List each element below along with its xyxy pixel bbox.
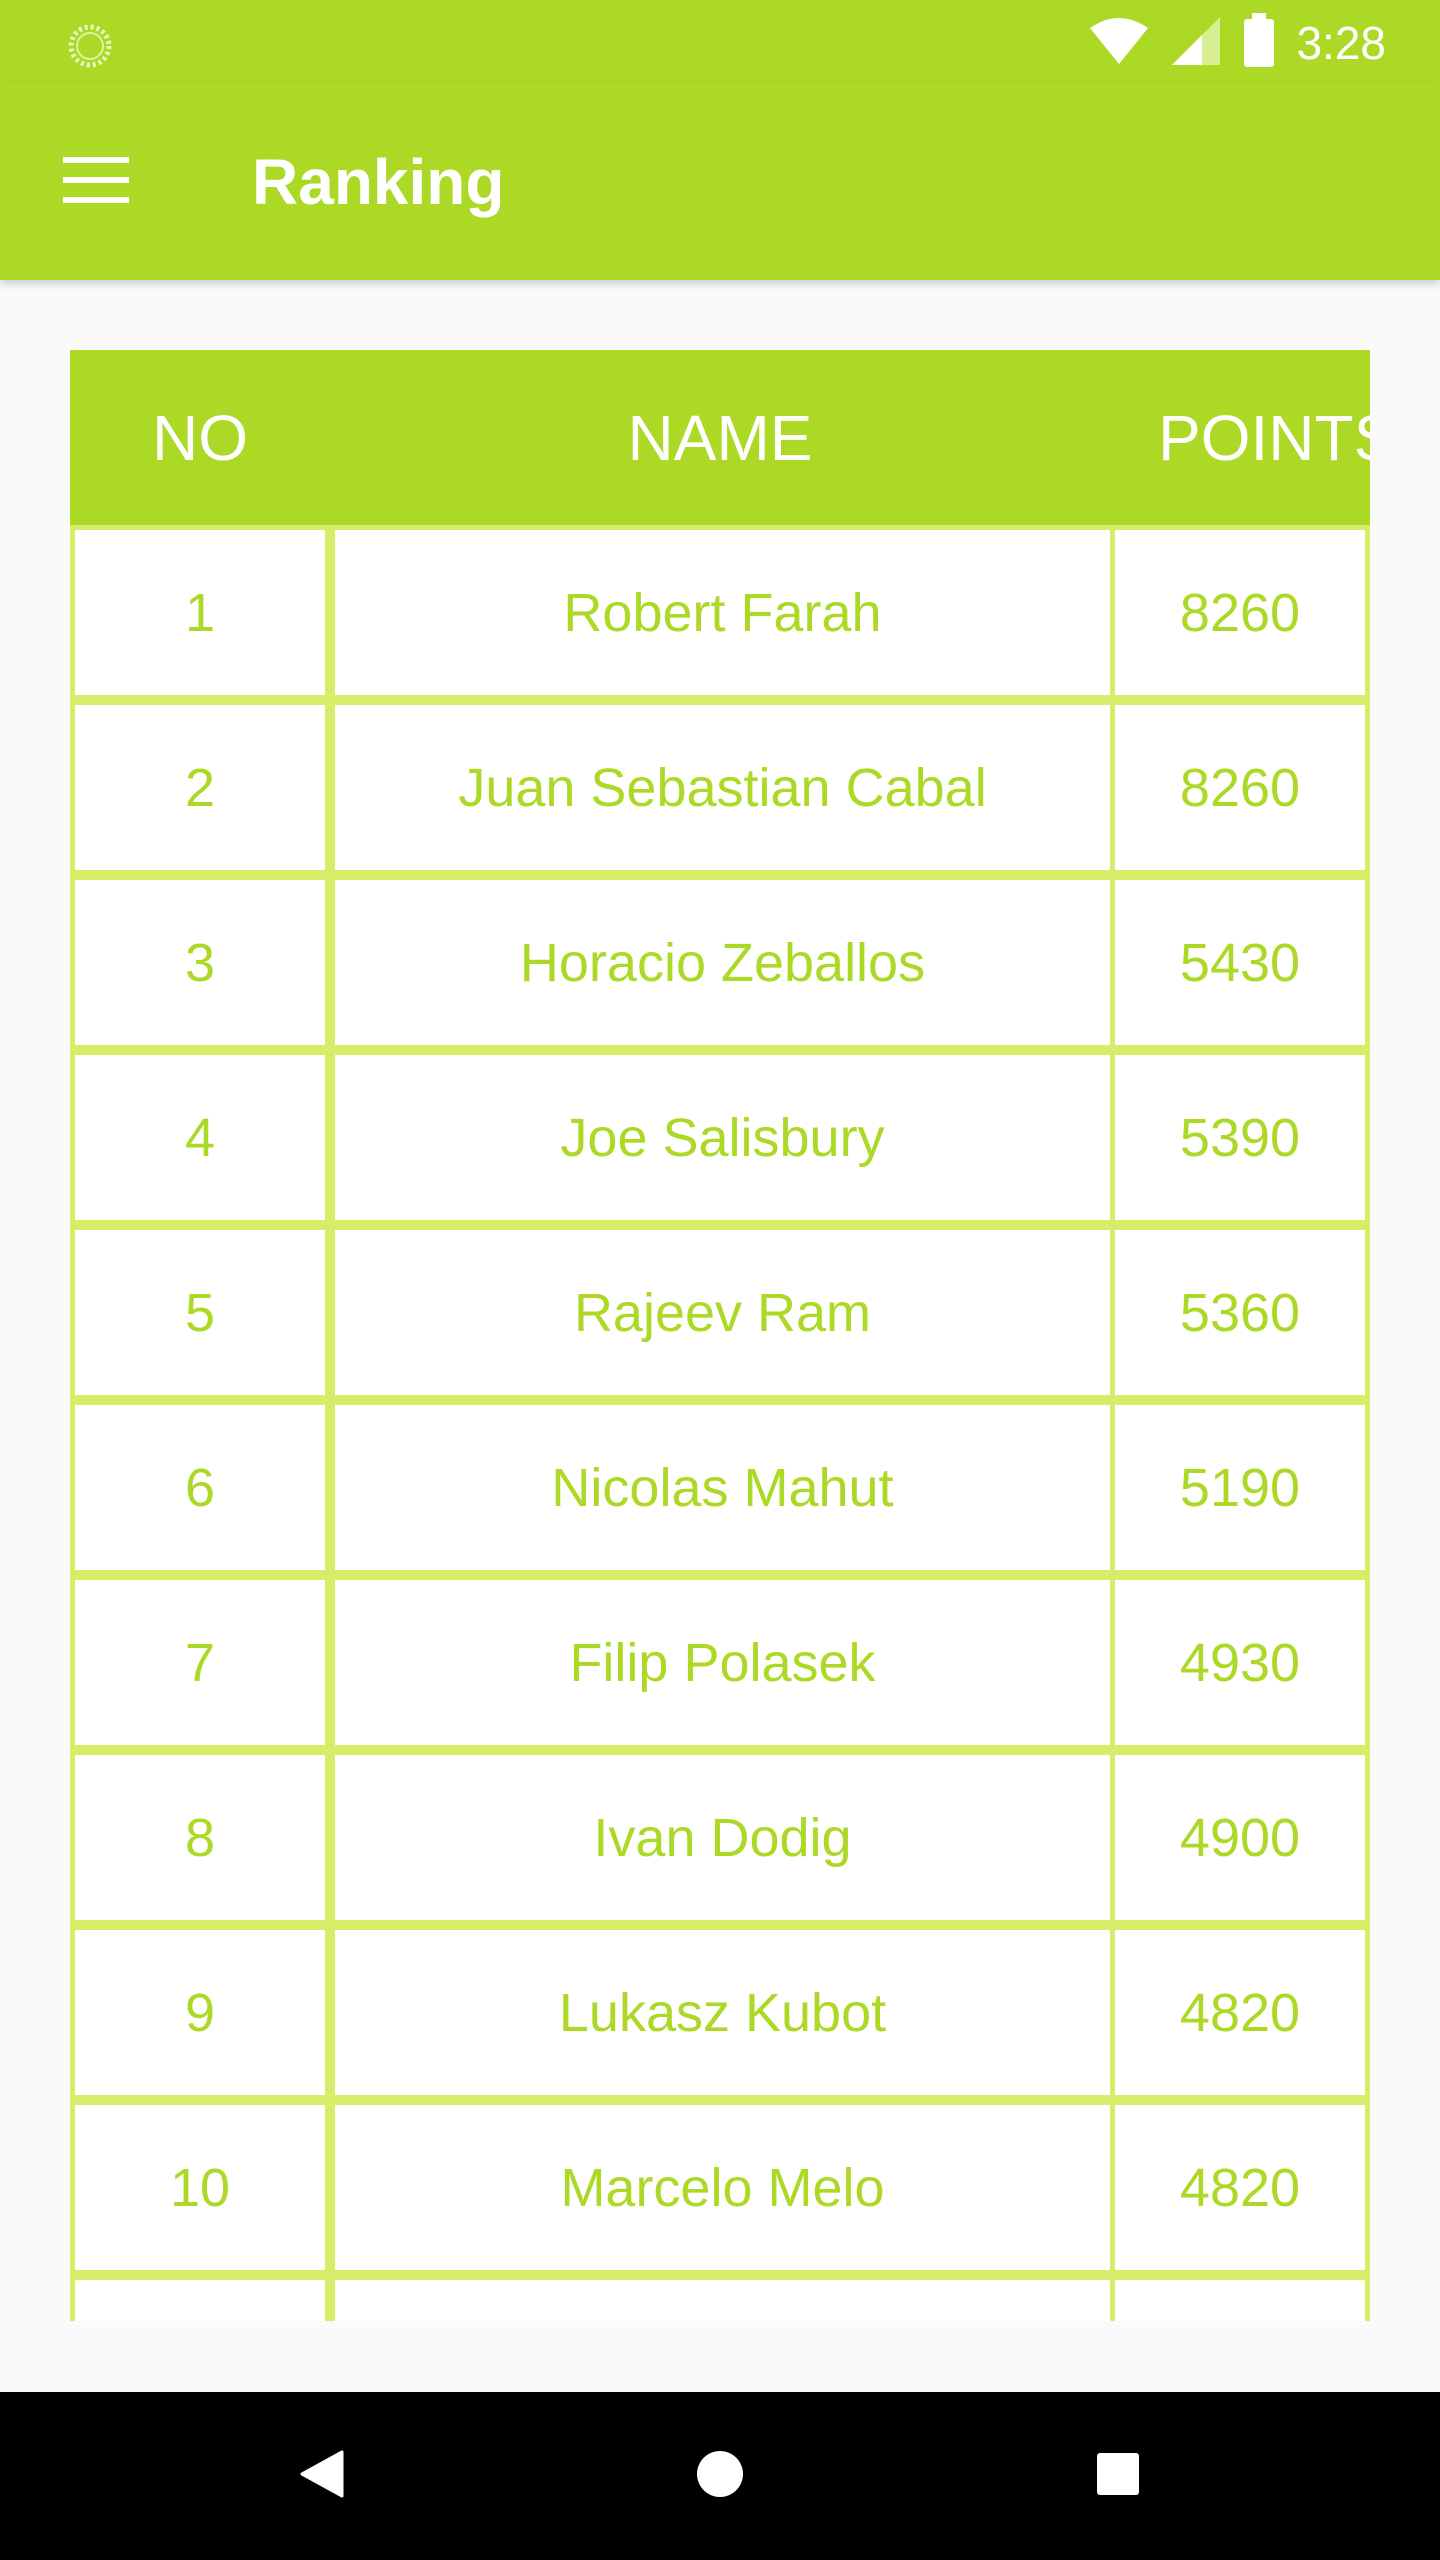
hamburger-menu-icon — [63, 156, 129, 208]
back-icon — [298, 2449, 346, 2504]
status-bar: 3:28 — [0, 0, 1440, 84]
column-header-name: NAME — [627, 401, 813, 474]
rank-cell: 5 — [70, 1225, 330, 1400]
table-row[interactable]: 4 Joe Salisbury 5390 — [70, 1050, 1370, 1225]
battery-icon — [1242, 12, 1276, 74]
home-button[interactable] — [670, 2426, 770, 2526]
points-cell: 8260 — [1110, 525, 1370, 700]
table-row[interactable]: 2 Juan Sebastian Cabal 8260 — [70, 700, 1370, 875]
wifi-icon — [1088, 16, 1150, 71]
table-row[interactable]: 9 Lukasz Kubot 4820 — [70, 1925, 1370, 2100]
points-cell: 4820 — [1110, 2100, 1370, 2275]
player-name-cell: Horacio Zeballos — [330, 875, 1115, 1050]
player-name-cell: Robert Farah — [330, 525, 1115, 700]
rank-cell: 3 — [70, 875, 330, 1050]
table-row[interactable]: 6 Nicolas Mahut 5190 — [70, 1400, 1370, 1575]
rank-cell: 2 — [70, 700, 330, 875]
column-header-points: POINTS — [1158, 401, 1370, 474]
player-name-cell: Joe Salisbury — [330, 1050, 1115, 1225]
rank-cell — [70, 2275, 330, 2321]
player-name-cell: Juan Sebastian Cabal — [330, 700, 1115, 875]
table-row[interactable]: 5 Rajeev Ram 5360 — [70, 1225, 1370, 1400]
table-header: NO NAME POINTS — [70, 350, 1370, 525]
table-row[interactable]: 10 Marcelo Melo 4820 — [70, 2100, 1370, 2275]
status-time: 3:28 — [1296, 17, 1386, 69]
player-name-cell: Lukasz Kubot — [330, 1925, 1115, 2100]
points-cell: 5190 — [1110, 1400, 1370, 1575]
page-title: Ranking — [252, 146, 505, 218]
recents-icon — [1096, 2452, 1140, 2501]
points-cell: 8260 — [1110, 700, 1370, 875]
home-icon — [696, 2450, 744, 2503]
rank-cell: 7 — [70, 1575, 330, 1750]
points-cell: 5430 — [1110, 875, 1370, 1050]
app-bar: Ranking — [0, 84, 1440, 280]
recents-button[interactable] — [1068, 2426, 1168, 2526]
rank-cell: 6 — [70, 1400, 330, 1575]
points-cell: 4900 — [1110, 1750, 1370, 1925]
player-name-cell — [330, 2275, 1115, 2321]
loading-spinner-icon — [67, 23, 113, 69]
table-row[interactable] — [70, 2275, 1370, 2321]
rank-cell: 4 — [70, 1050, 330, 1225]
hamburger-menu-button[interactable] — [46, 132, 146, 232]
ranking-table[interactable]: NO NAME POINTS 1 Robert Farah 8260 2 Jua… — [70, 350, 1370, 2321]
player-name-cell: Filip Polasek — [330, 1575, 1115, 1750]
points-cell: 5390 — [1110, 1050, 1370, 1225]
table-row[interactable]: 1 Robert Farah 8260 — [70, 525, 1370, 700]
navigation-bar — [0, 2392, 1440, 2560]
table-body: 1 Robert Farah 8260 2 Juan Sebastian Cab… — [70, 525, 1370, 2321]
cellular-signal-icon — [1170, 15, 1222, 72]
rank-cell: 9 — [70, 1925, 330, 2100]
back-button[interactable] — [272, 2426, 372, 2526]
player-name-cell: Rajeev Ram — [330, 1225, 1115, 1400]
points-cell — [1110, 2275, 1370, 2321]
points-cell: 4820 — [1110, 1925, 1370, 2100]
points-cell: 5360 — [1110, 1225, 1370, 1400]
player-name-cell: Nicolas Mahut — [330, 1400, 1115, 1575]
table-row[interactable]: 3 Horacio Zeballos 5430 — [70, 875, 1370, 1050]
player-name-cell: Ivan Dodig — [330, 1750, 1115, 1925]
rank-cell: 1 — [70, 525, 330, 700]
rank-cell: 10 — [70, 2100, 330, 2275]
column-header-no: NO — [152, 401, 248, 474]
rank-cell: 8 — [70, 1750, 330, 1925]
points-cell: 4930 — [1110, 1575, 1370, 1750]
status-indicators: 3:28 — [1088, 10, 1386, 76]
table-row[interactable]: 7 Filip Polasek 4930 — [70, 1575, 1370, 1750]
table-row[interactable]: 8 Ivan Dodig 4900 — [70, 1750, 1370, 1925]
player-name-cell: Marcelo Melo — [330, 2100, 1115, 2275]
